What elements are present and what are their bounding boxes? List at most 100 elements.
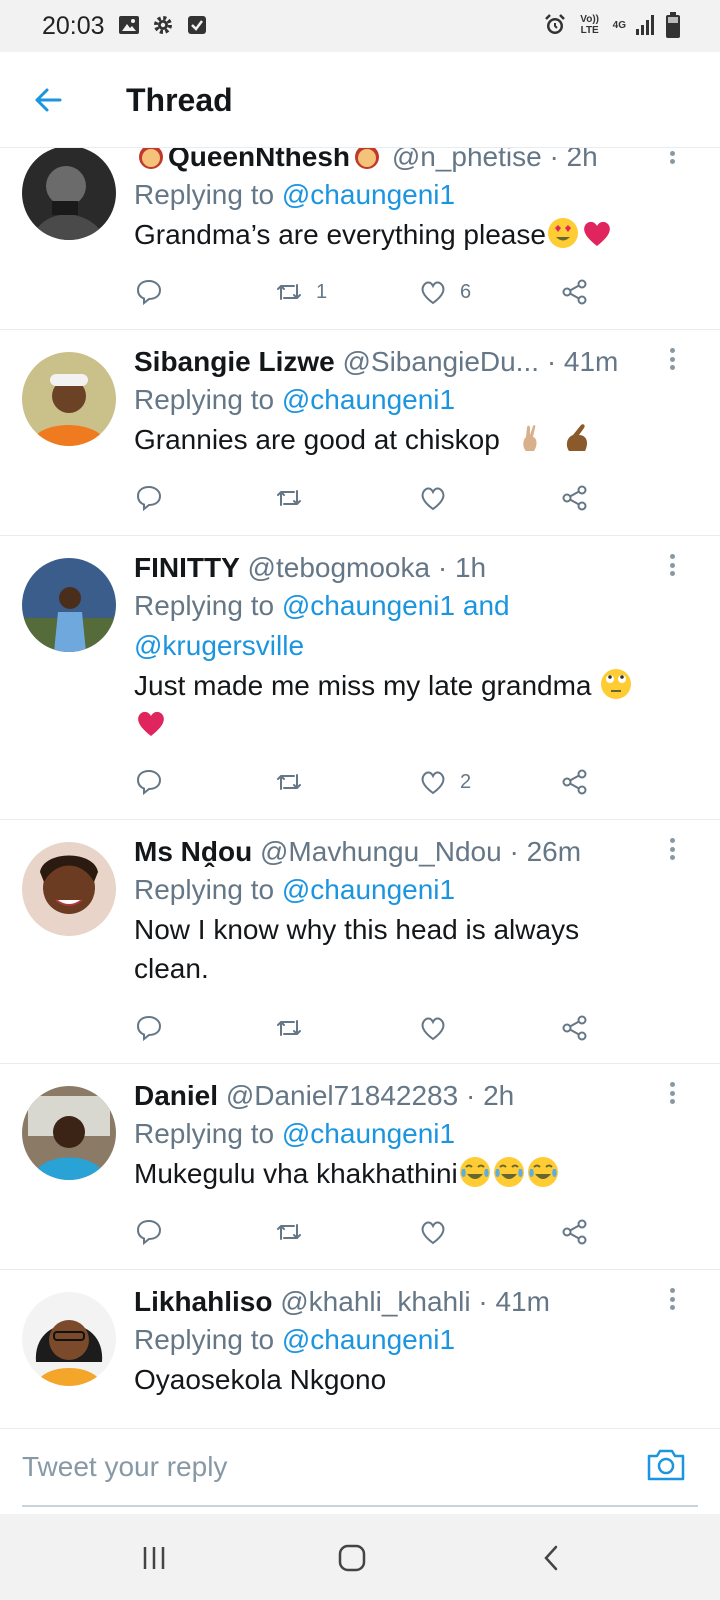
more-options-icon[interactable] <box>662 1078 682 1108</box>
retweet-icon <box>277 774 301 790</box>
share-icon <box>562 1015 587 1041</box>
tweet[interactable]: Daniel @Daniel71842283 · 2h Replying to … <box>0 1064 720 1270</box>
tweet-time: · 1h <box>437 552 487 583</box>
replying-label: Replying to <box>134 874 275 905</box>
more-options-icon[interactable] <box>662 1284 682 1314</box>
tweet[interactable]: Ms Nḓou @Mavhungu_Ndou · 26m Replying to… <box>0 820 720 1064</box>
avatar[interactable] <box>22 558 116 652</box>
share-icon <box>562 769 587 795</box>
share-icon <box>562 485 587 511</box>
like-count: 2 <box>460 770 472 793</box>
tweet[interactable]: FINITTY @tebogmooka · 1h Replying to @ch… <box>0 536 720 820</box>
reply-button[interactable] <box>134 1214 176 1250</box>
avatar[interactable] <box>22 148 116 240</box>
like-button[interactable] <box>418 480 460 516</box>
more-options-icon[interactable] <box>662 834 682 864</box>
tweet-handle[interactable]: @Mavhungu_Ndou <box>260 836 502 867</box>
more-options-icon[interactable] <box>662 344 682 374</box>
retweet-button[interactable] <box>274 1214 316 1250</box>
tweet-author-name[interactable]: QueenNthesh <box>168 148 350 172</box>
network-type: 4G <box>612 19 626 31</box>
replying-to-link[interactable]: @chaungeni1 <box>282 179 455 210</box>
signal-icon <box>636 15 654 35</box>
retweet-icon <box>277 1020 301 1036</box>
reply-input[interactable] <box>22 1447 622 1487</box>
tweet-handle[interactable]: @SibangieDu... <box>342 346 539 377</box>
replying-to-link[interactable]: @chaungeni1 <box>282 1118 455 1149</box>
battery-icon <box>666 12 680 38</box>
recent-apps-button[interactable] <box>132 1536 176 1580</box>
more-options-icon[interactable] <box>662 148 682 168</box>
replying-to-link[interactable]: @chaungeni1 and <box>282 590 510 621</box>
avatar[interactable] <box>22 1292 116 1386</box>
retweet-icon <box>277 1224 301 1240</box>
volte-icon: Vo)) LTE <box>580 14 599 36</box>
tweet[interactable]: Likhahliso @khahli_khahli · 41m Replying… <box>0 1270 720 1428</box>
tweet-time: · 41m <box>546 346 619 377</box>
like-button[interactable] <box>418 1010 460 1046</box>
retweet-button[interactable] <box>274 1010 316 1046</box>
tweet-handle[interactable]: @n_phetise <box>392 148 542 172</box>
avatar[interactable] <box>22 842 116 936</box>
tweet-author-name[interactable]: Likhahliso <box>134 1286 272 1317</box>
tweet-author-name[interactable]: Ms Nḓou <box>134 836 252 867</box>
tweet-handle[interactable]: @khahli_khahli <box>280 1286 470 1317</box>
reply-button[interactable] <box>134 480 176 516</box>
retweet-icon <box>277 284 301 300</box>
tweet-author-name[interactable]: Daniel <box>134 1080 218 1111</box>
replying-to-link[interactable]: @chaungeni1 <box>282 1324 455 1355</box>
home-button[interactable] <box>330 1536 374 1580</box>
alarm-icon <box>544 14 565 34</box>
tweet-handle[interactable]: @Daniel71842283 <box>226 1080 458 1111</box>
like-button[interactable]: 6 <box>418 274 471 310</box>
more-options-icon[interactable] <box>662 550 682 580</box>
tweet-handle[interactable]: @tebogmooka <box>248 552 431 583</box>
camera-button[interactable] <box>644 1443 688 1487</box>
back-icon <box>544 1545 558 1571</box>
camera-icon <box>647 1449 685 1481</box>
woman-emoji-icon <box>134 148 168 172</box>
retweet-button[interactable] <box>274 480 316 516</box>
red-heart-emoji-icon <box>134 706 168 740</box>
tweet-author-name[interactable]: Sibangie Lizwe <box>134 346 335 377</box>
tweet-text: Grannies are good at chiskop <box>134 424 500 455</box>
heart-icon <box>421 1017 445 1041</box>
share-button[interactable] <box>560 480 590 516</box>
nav-back-button[interactable] <box>530 1536 574 1580</box>
heart-icon <box>421 771 445 795</box>
like-count: 6 <box>460 280 472 303</box>
tweet-text: Oyaosekola Nkgono <box>134 1364 387 1395</box>
replying-to-link[interactable]: @chaungeni1 <box>282 874 455 905</box>
share-button[interactable] <box>560 274 590 310</box>
thread-list[interactable]: QueenNthesh @n_phetise · 2h Replying to … <box>0 148 720 1428</box>
back-button[interactable] <box>28 80 68 120</box>
tweet[interactable]: Sibangie Lizwe @SibangieDu... · 41m Repl… <box>0 330 720 536</box>
tweet[interactable]: QueenNthesh @n_phetise · 2h Replying to … <box>0 148 720 330</box>
replying-label: Replying to <box>134 179 275 210</box>
like-button[interactable]: 2 <box>418 764 471 800</box>
tears-of-joy-emoji-icon <box>526 1155 560 1189</box>
reply-button[interactable] <box>134 764 176 800</box>
tweet-text: Just made me miss my late grandma <box>134 670 592 701</box>
reply-icon <box>136 1219 162 1246</box>
heart-icon <box>421 281 445 305</box>
retweet-button[interactable] <box>274 764 316 800</box>
replying-to-link[interactable]: @chaungeni1 <box>282 384 455 415</box>
tears-of-joy-emoji-icon <box>458 1155 492 1189</box>
reply-icon <box>136 485 162 512</box>
tweet-author-name[interactable]: FINITTY <box>134 552 240 583</box>
avatar[interactable] <box>22 1086 116 1180</box>
reply-button[interactable] <box>134 274 176 310</box>
red-heart-emoji-icon <box>580 216 614 250</box>
replying-to-link[interactable]: @krugersville <box>134 630 304 661</box>
share-button[interactable] <box>560 1010 590 1046</box>
avatar[interactable] <box>22 352 116 446</box>
share-button[interactable] <box>560 764 590 800</box>
gear-icon <box>154 16 172 34</box>
replying-label: Replying to <box>134 384 275 415</box>
like-button[interactable] <box>418 1214 460 1250</box>
retweet-button[interactable]: 1 <box>274 274 327 310</box>
top-app-bar: Thread <box>0 52 720 148</box>
reply-button[interactable] <box>134 1010 176 1046</box>
share-button[interactable] <box>560 1214 590 1250</box>
